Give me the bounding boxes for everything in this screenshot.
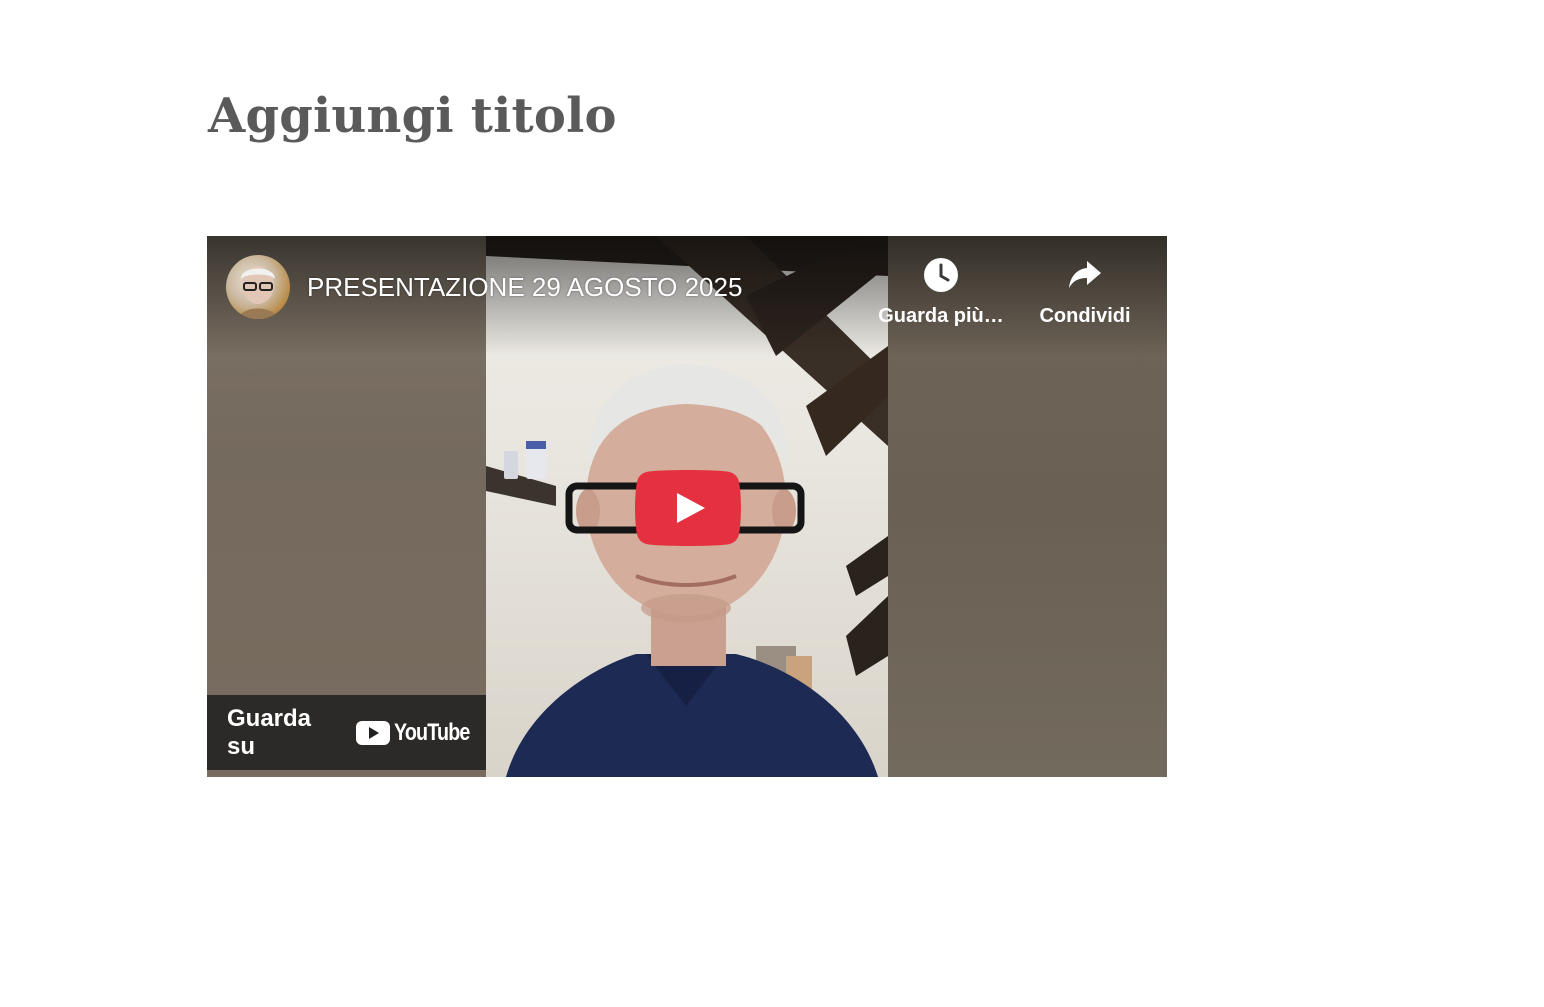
video-title[interactable]: PRESENTAZIONE 29 AGOSTO 2025	[307, 270, 742, 304]
watch-later-button[interactable]: Guarda più…	[873, 254, 1009, 328]
watch-on-youtube-button[interactable]: Guarda su YouTube	[207, 695, 486, 770]
watch-on-label: Guarda su	[227, 704, 312, 760]
youtube-embed-player[interactable]: PRESENTAZIONE 29 AGOSTO 2025 Guarda più……	[207, 236, 1167, 777]
page: Aggiungi titolo PRESENTAZIONE 29 AGOSTO …	[0, 0, 1544, 1007]
share-label: Condividi	[1039, 305, 1131, 327]
channel-avatar[interactable]	[226, 255, 290, 319]
clock-icon	[924, 258, 958, 292]
play-icon	[635, 470, 741, 546]
watch-later-label: Guarda più…	[878, 305, 1004, 327]
play-button[interactable]	[634, 470, 742, 546]
youtube-logo-text: YouTube	[393, 718, 470, 746]
share-arrow-icon	[1069, 261, 1101, 288]
youtube-logo: YouTube	[355, 718, 486, 747]
page-title: Aggiungi titolo	[208, 88, 617, 144]
share-button[interactable]: Condividi	[1027, 254, 1143, 328]
avatar-portrait-icon	[238, 266, 278, 319]
youtube-play-icon	[355, 720, 390, 745]
